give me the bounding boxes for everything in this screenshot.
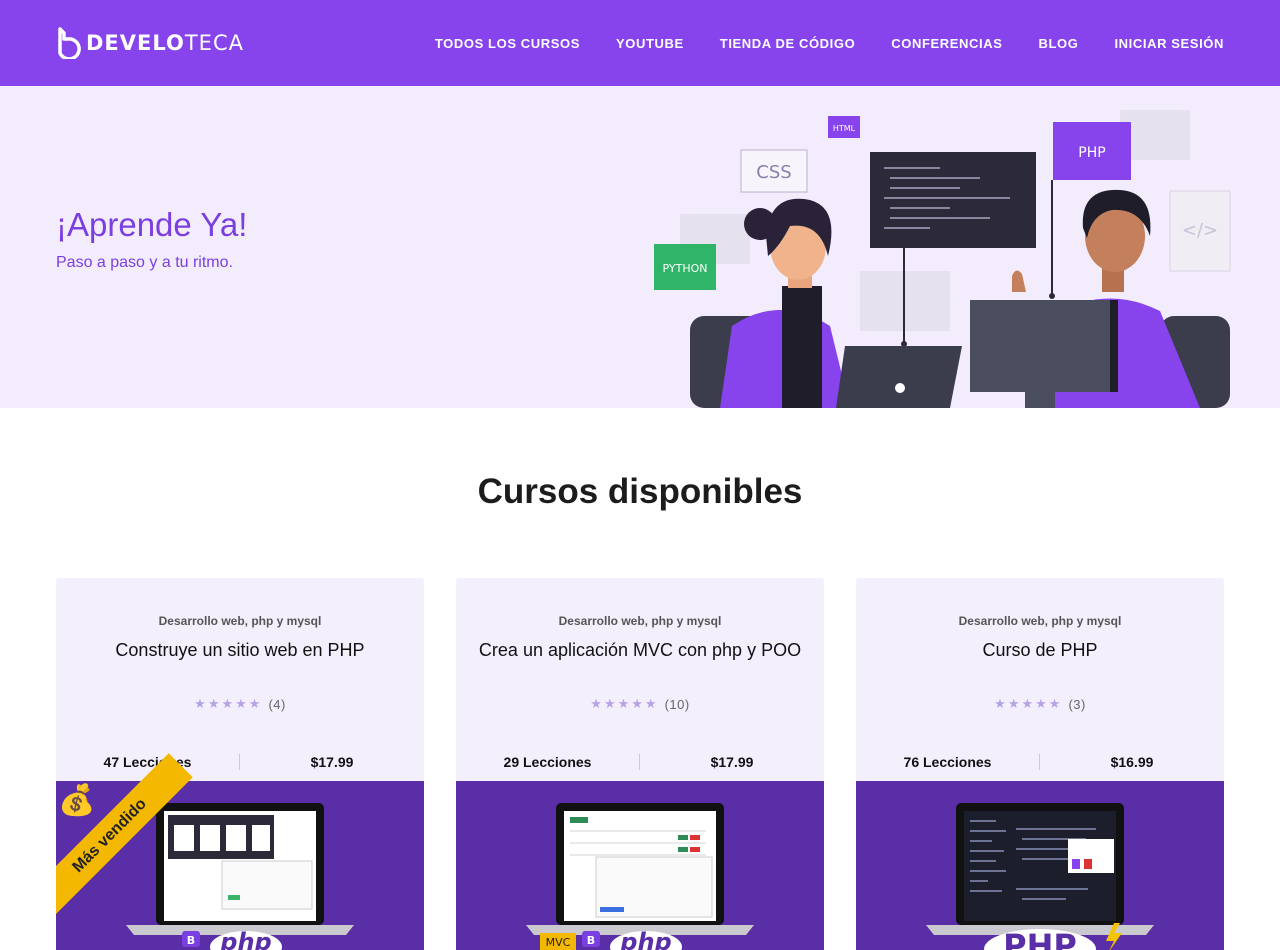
star-icon: ★ — [235, 696, 247, 711]
course-card[interactable]: Desarrollo web, php y mysql Curso de PHP… — [856, 578, 1224, 950]
star-icon: ★ — [1007, 696, 1020, 711]
course-category[interactable]: Desarrollo web, php y mysql — [856, 614, 1224, 628]
css-tag: CSS — [756, 162, 791, 183]
course-meta: 29 Lecciones $17.99 — [456, 752, 824, 772]
main-nav: TODOS LOS CURSOS YOUTUBE TIENDA DE CÓDIG… — [435, 36, 1224, 51]
laptop-illustration: B php — [126, 803, 354, 950]
lessons-count: 47 Lecciones — [56, 754, 240, 770]
star-icon: ★ — [603, 696, 616, 711]
star-icon: ★ — [207, 696, 220, 711]
rating-count: (10) — [664, 696, 690, 712]
course-category[interactable]: Desarrollo web, php y mysql — [56, 614, 424, 628]
star-icon: ★ — [994, 696, 1006, 711]
laptop-illustration: MVC B php — [526, 803, 754, 950]
nav-conferences[interactable]: CONFERENCIAS — [891, 36, 1002, 51]
section-title: Cursos disponibles — [477, 472, 803, 511]
star-icon: ★ — [1048, 696, 1061, 711]
star-icon: ★ — [1035, 696, 1047, 711]
course-title[interactable]: Curso de PHP — [856, 640, 1224, 661]
nav-youtube[interactable]: YOUTUBE — [616, 36, 684, 51]
nav-login[interactable]: INICIAR SESIÓN — [1114, 36, 1224, 51]
star-icon: ★ — [248, 696, 261, 711]
course-card[interactable]: Desarrollo web, php y mysql Construye un… — [56, 578, 424, 950]
course-card[interactable]: Desarrollo web, php y mysql Crea un apli… — [456, 578, 824, 950]
star-icon: ★ — [221, 696, 234, 711]
course-rating: ★ ★ ★ ★ ★ (4) — [56, 696, 424, 712]
course-rating: ★ ★ ★ ★ ★ (10) — [456, 696, 824, 712]
svg-text:php: php — [619, 928, 671, 950]
star-icon: ★ — [631, 696, 643, 711]
rating-count: (3) — [1068, 696, 1086, 712]
course-title[interactable]: Construye un sitio web en PHP — [56, 640, 424, 661]
course-category[interactable]: Desarrollo web, php y mysql — [456, 614, 824, 628]
course-meta: 76 Lecciones $16.99 — [856, 752, 1224, 772]
nav-code-store[interactable]: TIENDA DE CÓDIGO — [720, 36, 856, 51]
svg-text:php: php — [219, 928, 271, 950]
course-rating: ★ ★ ★ ★ ★ (3) — [856, 696, 1224, 712]
course-thumbnail[interactable]: PHP — [856, 781, 1224, 950]
html-tag: HTML — [833, 124, 856, 133]
course-thumbnail[interactable]: MVC B php — [456, 781, 824, 950]
course-meta: 47 Lecciones $17.99 — [56, 752, 424, 772]
svg-text:B: B — [187, 934, 195, 947]
course-price: $16.99 — [1110, 754, 1154, 770]
bootstrap-tag: B — [587, 934, 595, 947]
laptop-illustration: PHP — [926, 803, 1154, 950]
money-bag-icon: 💰 — [58, 784, 96, 817]
course-list: Desarrollo web, php y mysql Construye un… — [56, 578, 1224, 950]
nav-blog[interactable]: BLOG — [1039, 36, 1079, 51]
hero-banner: ¡Aprende Ya! Paso a paso y a tu ritmo. <… — [0, 86, 1280, 408]
course-thumbnail[interactable]: B php Más vendido 💰 — [56, 753, 424, 950]
python-tag: PYTHON — [663, 262, 708, 275]
course-price: $17.99 — [310, 754, 354, 770]
logo[interactable]: DEVELOTECA — [56, 27, 244, 59]
hero-illustration: </> CSS HTML PHP PYTHON — [654, 110, 1231, 408]
course-title[interactable]: Crea un aplicación MVC con php y POO — [456, 640, 824, 661]
star-icon: ★ — [644, 696, 657, 711]
course-price: $17.99 — [710, 754, 754, 770]
rating-count: (4) — [268, 696, 286, 712]
nav-all-courses[interactable]: TODOS LOS CURSOS — [435, 36, 580, 51]
hero-subtitle: Paso a paso y a tu ritmo. — [56, 254, 233, 271]
star-icon: ★ — [590, 696, 602, 711]
star-icon: ★ — [194, 696, 206, 711]
star-icon: ★ — [1021, 696, 1034, 711]
hero-title: ¡Aprende Ya! — [56, 206, 248, 243]
top-navbar: DEVELOTECA TODOS LOS CURSOS YOUTUBE TIEN… — [0, 0, 1280, 86]
svg-text:PHP: PHP — [1003, 927, 1077, 950]
mvc-tag: MVC — [546, 936, 571, 949]
logo-text: DEVELOTECA — [86, 31, 244, 55]
lessons-count: 76 Lecciones — [856, 754, 1040, 770]
logo-icon — [58, 27, 81, 59]
php-tag: PHP — [1078, 145, 1105, 161]
lessons-count: 29 Lecciones — [456, 754, 640, 770]
svg-text:</>: </> — [1182, 220, 1218, 241]
star-icon: ★ — [617, 696, 630, 711]
